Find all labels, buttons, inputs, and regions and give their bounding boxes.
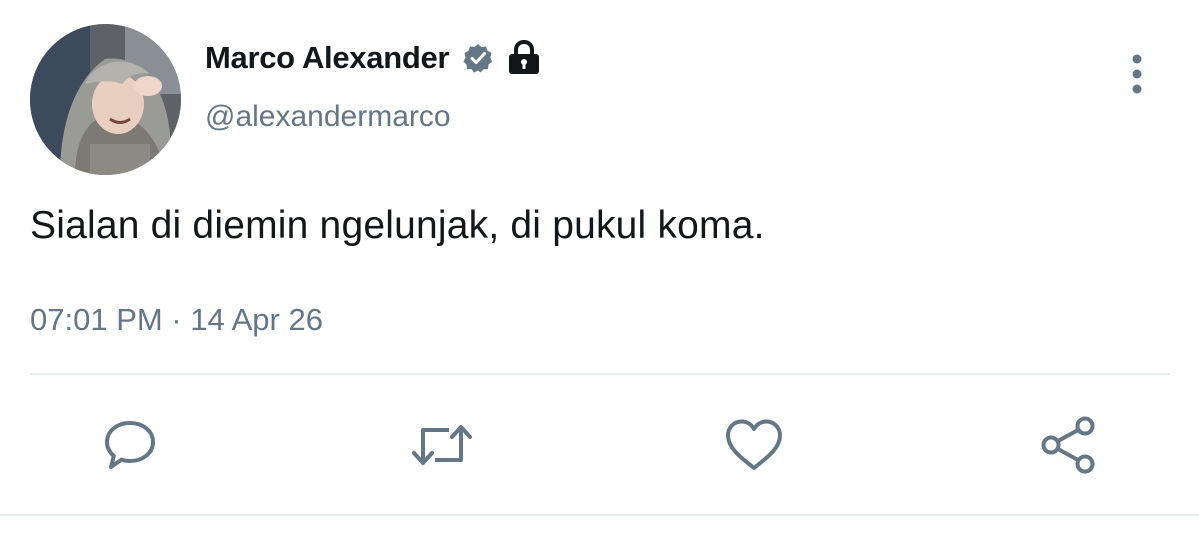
more-vertical-icon [1132,54,1142,94]
reply-icon [105,421,155,469]
like-button[interactable] [721,412,787,478]
user-handle[interactable]: @alexandermarco [205,100,451,134]
divider [0,514,1199,516]
retweet-button[interactable] [409,412,475,478]
divider [30,373,1170,375]
like-icon [726,419,782,470]
tweet-card: Marco Alexander @alexandermarco Sialan d… [0,0,1199,533]
more-options-button[interactable] [1124,52,1150,96]
lock-icon [507,39,541,76]
tweet-text: Sialan di diemin ngelunjak, di pukul kom… [30,204,765,247]
avatar[interactable] [30,24,181,175]
tweet-timestamp[interactable]: 07:01 PM · 14 Apr 26 [30,302,323,338]
share-icon [1041,416,1095,474]
share-button[interactable] [1035,412,1101,478]
reply-button[interactable] [97,412,163,478]
author-row: Marco Alexander [205,37,541,79]
avatar-photo [30,24,181,175]
retweet-icon [412,425,472,465]
display-name[interactable]: Marco Alexander [205,40,449,76]
verified-badge-icon [463,43,493,73]
